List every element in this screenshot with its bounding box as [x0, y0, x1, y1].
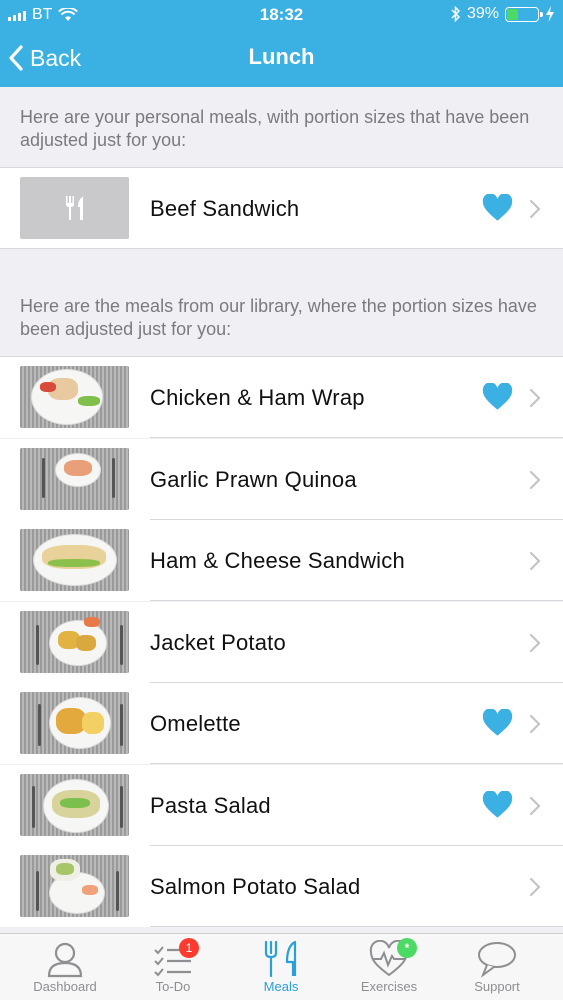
bluetooth-icon — [451, 6, 461, 22]
person-icon — [47, 942, 83, 978]
chevron-right-icon — [529, 633, 541, 653]
meal-photo — [20, 855, 129, 917]
tab-support[interactable]: Support — [441, 934, 553, 1000]
meal-row[interactable]: Salmon Potato Salad — [0, 846, 563, 927]
tab-exercises[interactable]: * Exercises — [333, 934, 445, 1000]
chevron-right-icon — [529, 551, 541, 571]
fork-knife-icon — [264, 940, 297, 978]
chevron-right-icon — [529, 199, 541, 219]
chevron-right-icon — [529, 470, 541, 490]
tab-label: To-Do — [155, 979, 191, 994]
speech-bubble-icon — [478, 942, 516, 978]
divider — [0, 248, 563, 249]
tab-bar: Dashboard 1 To-Do Meals * Exercises Supp… — [0, 933, 563, 1000]
meal-photo — [20, 611, 129, 673]
cutlery-icon — [65, 196, 84, 220]
meal-photo — [20, 692, 129, 754]
meal-name: Jacket Potato — [150, 630, 286, 655]
tab-meals[interactable]: Meals — [225, 934, 337, 1000]
meal-photo — [20, 529, 129, 591]
favourite-heart-icon[interactable] — [482, 791, 513, 819]
battery-icon — [505, 6, 543, 22]
chevron-right-icon — [529, 877, 541, 897]
meal-name: Pasta Salad — [150, 793, 271, 818]
navigation-header: BT 18:32 39% Back Lunch — [0, 0, 563, 87]
favourite-heart-icon[interactable] — [482, 383, 513, 411]
tab-label: Meals — [263, 979, 299, 994]
chevron-right-icon — [529, 388, 541, 408]
status-right: 39% — [451, 5, 555, 23]
meal-name: Ham & Cheese Sandwich — [150, 548, 405, 573]
tab-label: Support — [474, 979, 520, 994]
meal-row[interactable]: Jacket Potato — [0, 602, 563, 683]
meal-name: Garlic Prawn Quinoa — [150, 467, 357, 492]
tab-to-do[interactable]: 1 To-Do — [117, 934, 229, 1000]
exercises-badge: * — [397, 938, 417, 958]
meal-row[interactable]: Omelette — [0, 683, 563, 764]
tab-label: Dashboard — [33, 979, 97, 994]
row-divider — [150, 763, 563, 764]
meal-photo — [20, 448, 129, 510]
nav-bar: Back Lunch — [0, 30, 563, 87]
meal-row[interactable]: Garlic Prawn Quinoa — [0, 439, 563, 520]
meal-name: Omelette — [150, 711, 241, 736]
meal-photo — [20, 774, 129, 836]
row-divider — [150, 437, 563, 438]
tab-dashboard[interactable]: Dashboard — [9, 934, 121, 1000]
library-meals-header: Here are the meals from our library, whe… — [20, 296, 537, 339]
meal-thumbnail-placeholder — [20, 177, 129, 239]
chevron-right-icon — [529, 796, 541, 816]
status-bar: BT 18:32 39% — [0, 0, 563, 30]
meal-name: Chicken & Ham Wrap — [150, 385, 365, 410]
favourite-heart-icon[interactable] — [482, 194, 513, 222]
meal-name: Salmon Potato Salad — [150, 874, 361, 899]
row-divider — [150, 600, 563, 601]
battery-percent: 39% — [466, 5, 499, 22]
charging-bolt-icon — [546, 6, 554, 22]
meal-name: Beef Sandwich — [150, 196, 300, 221]
page-title: Lunch — [248, 44, 315, 69]
meal-row[interactable]: Chicken & Ham Wrap — [0, 357, 563, 438]
favourite-heart-icon[interactable] — [482, 709, 513, 737]
meal-row[interactable]: Ham & Cheese Sandwich — [0, 520, 563, 601]
tab-label: Exercises — [360, 979, 418, 994]
chevron-right-icon — [529, 714, 541, 734]
row-divider — [150, 926, 563, 927]
meal-row-beef-sandwich[interactable]: Beef Sandwich — [0, 168, 563, 249]
todo-badge: 1 — [179, 938, 199, 958]
meal-row[interactable]: Pasta Salad — [0, 765, 563, 846]
personal-meals-header: Here are your personal meals, with porti… — [20, 107, 530, 150]
meal-photo — [20, 366, 129, 428]
